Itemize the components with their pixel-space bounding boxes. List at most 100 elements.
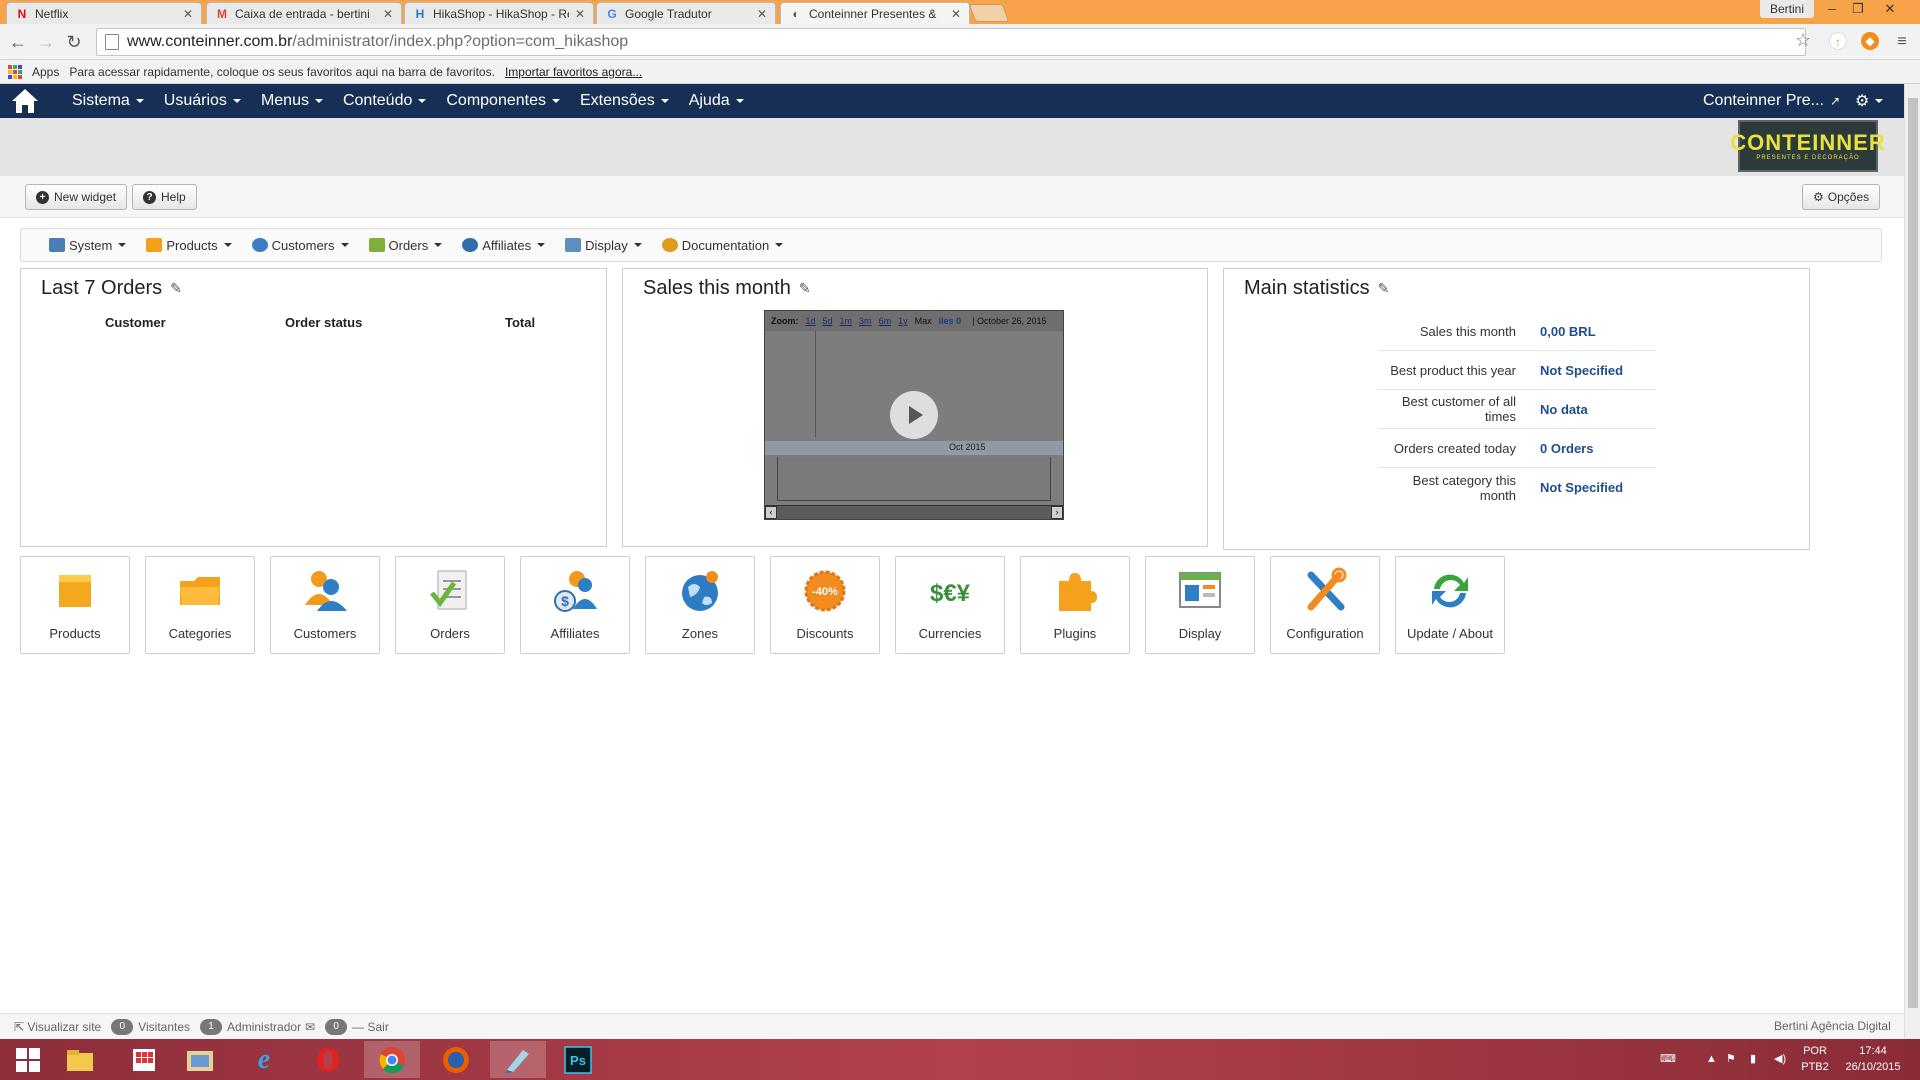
hika-menu-orders[interactable]: Orders xyxy=(368,238,443,253)
stat-value[interactable]: Not Specified xyxy=(1540,480,1623,495)
tile-orders[interactable]: Orders xyxy=(395,556,505,654)
stat-value[interactable]: No data xyxy=(1540,402,1588,417)
menu-conteudo[interactable]: Conteúdo xyxy=(343,92,427,110)
tile-discounts[interactable]: -40% Discounts xyxy=(770,556,880,654)
edit-pencil-icon[interactable]: ✎ xyxy=(170,280,182,297)
tile-currencies[interactable]: $€¥ Currencies xyxy=(895,556,1005,654)
opera-icon[interactable] xyxy=(300,1041,356,1078)
browser-tab-hikashop[interactable]: H HikaShop - HikaShop - Re ✕ xyxy=(404,2,594,24)
visit-site-link[interactable]: ⇱ Visualizar site xyxy=(14,1020,101,1034)
internet-explorer-icon[interactable]: e xyxy=(236,1041,292,1078)
stat-value[interactable]: 0 Orders xyxy=(1540,441,1593,456)
browser-tab-gmail[interactable]: M Caixa de entrada - bertini ✕ xyxy=(206,2,402,24)
tile-zones[interactable]: Zones xyxy=(645,556,755,654)
close-tab-icon[interactable]: ✕ xyxy=(183,7,193,21)
menu-usuarios[interactable]: Usuários xyxy=(164,92,241,110)
tile-customers[interactable]: Customers xyxy=(270,556,380,654)
help-button[interactable]: ? Help xyxy=(132,184,197,210)
stat-value[interactable]: Not Specified xyxy=(1540,363,1623,378)
tile-configuration[interactable]: Configuration xyxy=(1270,556,1380,654)
chrome-icon[interactable] xyxy=(364,1041,420,1078)
menu-ajuda[interactable]: Ajuda xyxy=(689,92,744,110)
keyboard-icon[interactable]: ⌨ xyxy=(1660,1051,1676,1067)
app-grid-icon[interactable] xyxy=(116,1041,172,1078)
zoom-option[interactable]: 1m xyxy=(840,316,853,326)
bookmark-star-icon[interactable]: ☆ xyxy=(1795,30,1811,51)
zoom-option[interactable]: 6m xyxy=(879,316,892,326)
scrollbar-thumb[interactable] xyxy=(1908,98,1918,1008)
options-button[interactable]: ⚙ Opções xyxy=(1802,184,1881,210)
address-bar[interactable]: www.conteinner.com.br/administrator/inde… xyxy=(96,28,1806,56)
extension-arrow-icon[interactable]: ↑ xyxy=(1829,32,1847,50)
hika-menu-affiliates[interactable]: Affiliates xyxy=(462,238,546,253)
new-widget-button[interactable]: + New widget xyxy=(25,184,128,210)
folder-taskbar-icon[interactable] xyxy=(172,1041,228,1078)
sales-chart[interactable]: Zoom: 1d 5d 1m 3m 6m 1y Max iles 0 | Oct… xyxy=(764,310,1064,520)
zoom-option[interactable]: 3m xyxy=(859,316,872,326)
photoshop-icon[interactable]: Ps xyxy=(550,1041,606,1078)
restore-icon[interactable]: ❐ xyxy=(1844,0,1872,20)
zoom-option[interactable]: 1y xyxy=(898,316,908,326)
tile-display[interactable]: Display xyxy=(1145,556,1255,654)
menu-menus[interactable]: Menus xyxy=(261,92,323,110)
home-icon[interactable] xyxy=(10,87,40,115)
back-arrow-icon[interactable]: ← xyxy=(6,30,30,54)
tile-update-about[interactable]: Update / About xyxy=(1395,556,1505,654)
close-tab-icon[interactable]: ✕ xyxy=(757,7,767,21)
import-bookmarks-link[interactable]: Importar favoritos agora... xyxy=(505,65,642,79)
close-window-icon[interactable]: ✕ xyxy=(1876,0,1904,20)
menu-extensoes[interactable]: Extensões xyxy=(580,92,669,110)
scroll-left-icon[interactable]: ‹ xyxy=(765,506,777,519)
apps-link[interactable]: Apps xyxy=(32,65,59,79)
edit-pencil-icon[interactable]: ✎ xyxy=(1378,280,1390,297)
tile-categories[interactable]: Categories xyxy=(145,556,255,654)
zoom-option[interactable]: 5d xyxy=(823,316,833,326)
menu-componentes[interactable]: Componentes xyxy=(446,92,560,110)
edit-pencil-icon[interactable]: ✎ xyxy=(799,280,811,297)
apps-grid-icon[interactable] xyxy=(8,64,22,79)
column-header[interactable]: Customer xyxy=(105,315,166,330)
file-explorer-icon[interactable] xyxy=(52,1041,108,1078)
chart-scrollbar[interactable]: ‹ › xyxy=(765,505,1063,519)
hika-menu-documentation[interactable]: Documentation xyxy=(661,238,784,253)
flag-icon[interactable]: ⚑ xyxy=(1726,1051,1736,1067)
input-language[interactable]: POR PTB2 xyxy=(1798,1043,1832,1075)
menu-sistema[interactable]: Sistema xyxy=(72,92,144,110)
settings-gear-icon[interactable]: ⚙ xyxy=(1855,84,1884,118)
zoom-option[interactable]: 1d xyxy=(806,316,816,326)
volume-icon[interactable]: ◀) xyxy=(1774,1051,1786,1067)
reload-icon[interactable]: ↻ xyxy=(62,30,86,54)
hika-menu-customers[interactable]: Customers xyxy=(251,238,349,253)
tile-plugins[interactable]: Plugins xyxy=(1020,556,1130,654)
site-name-link[interactable]: Conteinner Pre... ↗ xyxy=(1703,84,1840,118)
column-header[interactable]: Order status xyxy=(285,315,362,330)
browser-tab-conteinner[interactable]: ◐ Conteinner Presentes & ✕ xyxy=(780,2,970,24)
mail-icon[interactable]: ✉ xyxy=(305,1020,315,1034)
browser-tab-translate[interactable]: G Google Tradutor ✕ xyxy=(596,2,776,24)
close-tab-icon[interactable]: ✕ xyxy=(575,7,585,21)
hika-menu-products[interactable]: Products xyxy=(146,238,232,253)
tile-products[interactable]: Products xyxy=(20,556,130,654)
extension-flame-icon[interactable]: ◆ xyxy=(1861,32,1879,50)
hika-menu-system[interactable]: System xyxy=(49,238,127,253)
hika-menu-display[interactable]: Display xyxy=(565,238,642,253)
logout-link[interactable]: — Sair xyxy=(352,1020,389,1034)
browser-user-chip[interactable]: Bertini xyxy=(1760,0,1815,18)
chrome-menu-icon[interactable]: ≡ xyxy=(1890,30,1914,54)
column-header[interactable]: Total xyxy=(505,315,535,330)
close-tab-icon[interactable]: ✕ xyxy=(383,7,393,21)
page-scrollbar[interactable] xyxy=(1904,84,1920,1039)
notes-app-icon[interactable] xyxy=(490,1041,546,1078)
stat-value[interactable]: 0,00 BRL xyxy=(1540,324,1596,339)
new-tab-button[interactable] xyxy=(968,4,1010,22)
zoom-max[interactable]: Max xyxy=(915,316,932,326)
tile-affiliates[interactable]: $ Affiliates xyxy=(520,556,630,654)
windows-start-icon[interactable] xyxy=(0,1041,56,1078)
tray-expand-icon[interactable]: ▲ xyxy=(1706,1051,1717,1067)
forward-arrow-icon[interactable]: → xyxy=(34,30,58,54)
browser-tab-netflix[interactable]: N Netflix ✕ xyxy=(6,2,202,24)
clock[interactable]: 17:44 26/10/2015 xyxy=(1838,1043,1908,1075)
close-tab-icon[interactable]: ✕ xyxy=(951,7,961,21)
scroll-right-icon[interactable]: › xyxy=(1051,506,1063,519)
firefox-icon[interactable] xyxy=(428,1041,484,1078)
